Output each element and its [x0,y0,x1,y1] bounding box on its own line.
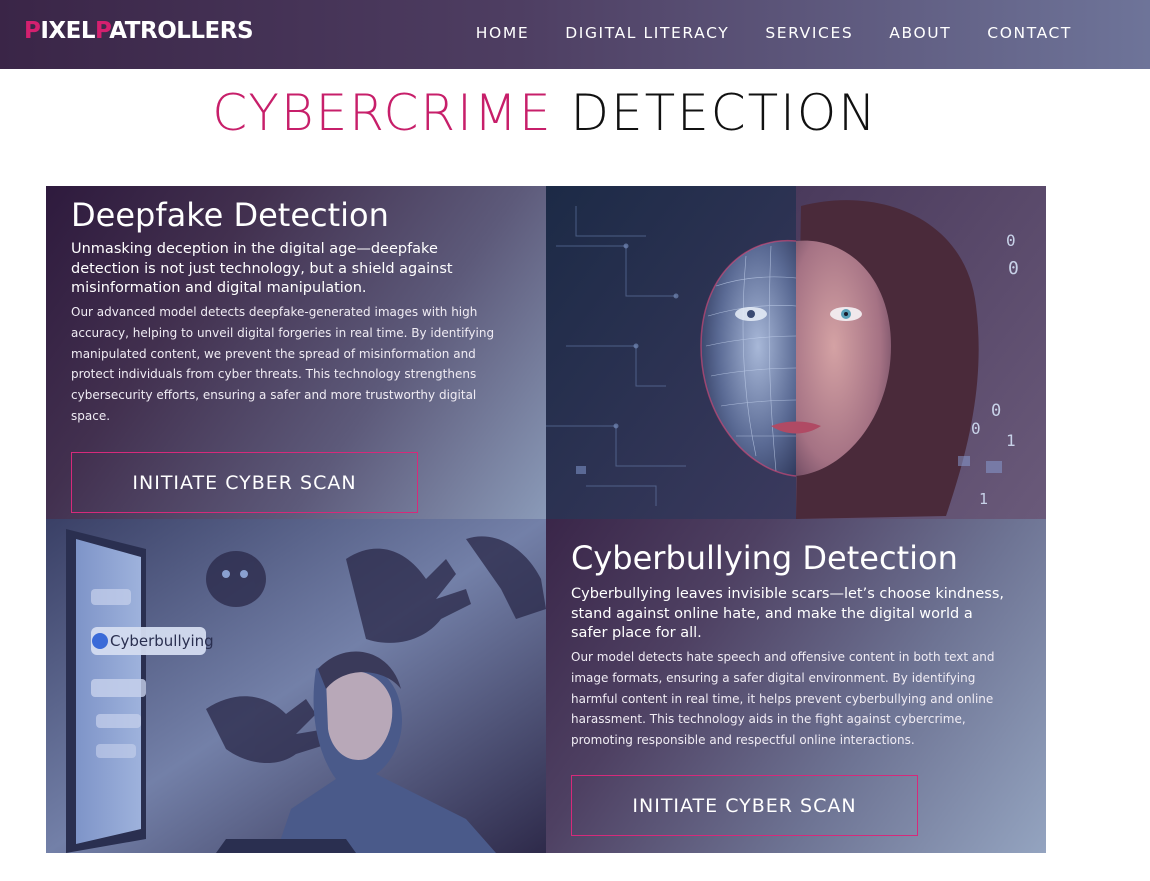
nav-about[interactable]: ABOUT [889,24,951,42]
screen-label-cyberbullying: Cyberbullying [110,632,214,650]
logo-text-atrollers: ATROLLERS [109,18,254,44]
binary-digit: 1 [979,490,988,508]
main-nav: HOME DIGITAL LITERACY SERVICES ABOUT CON… [476,24,1072,42]
nav-services[interactable]: SERVICES [765,24,853,42]
binary-digit: 0 [1006,231,1016,250]
detection-grid: Deepfake Detection Unmasking deception i… [46,186,1046,853]
deepfake-face-illustration: 0 0 0 0 1 1 [546,186,1046,519]
deepfake-subtitle: Unmasking deception in the digital age—d… [71,241,453,296]
cyberbullying-subtitle: Cyberbullying leaves invisible scars—let… [571,586,1005,641]
binary-digit: 0 [971,419,981,438]
page-title: CYBERCRIME DETECTION [0,84,1090,142]
cyberbullying-image: Cyberbullying [46,519,546,853]
deepfake-description: Our advanced model detects deepfake-gene… [71,305,495,423]
logo-text-ixel: IXEL [40,18,96,44]
nav-home[interactable]: HOME [476,24,529,42]
deepfake-image: 0 0 0 0 1 1 [546,186,1046,519]
binary-digit: 0 [1008,258,1019,279]
site-header: PIXELPATROLLERS HOME DIGITAL LITERACY SE… [0,0,1150,69]
binary-digit: 1 [1006,431,1016,450]
cyberbullying-title: Cyberbullying Detection [571,539,958,577]
logo-letter-p: P [24,18,41,44]
cyberbullying-illustration: Cyberbullying [46,519,546,853]
cyberbullying-scan-button[interactable]: INITIATE CYBER SCAN [571,775,918,836]
page-title-accent: CYBERCRIME [212,84,553,142]
binary-digit: 0 [991,401,1001,421]
cyberbullying-card: Cyberbullying Detection Cyberbullying le… [546,519,1046,853]
deepfake-card: Deepfake Detection Unmasking deception i… [46,186,546,519]
site-logo[interactable]: PIXELPATROLLERS [24,18,254,44]
nav-contact[interactable]: CONTACT [987,24,1072,42]
deepfake-scan-button[interactable]: INITIATE CYBER SCAN [71,452,418,513]
cyberbullying-description: Our model detects hate speech and offens… [571,650,995,748]
logo-letter-p2: P [95,18,110,44]
nav-digital-literacy[interactable]: DIGITAL LITERACY [565,24,729,42]
page-title-rest: DETECTION [570,84,878,142]
deepfake-title: Deepfake Detection [71,196,389,234]
